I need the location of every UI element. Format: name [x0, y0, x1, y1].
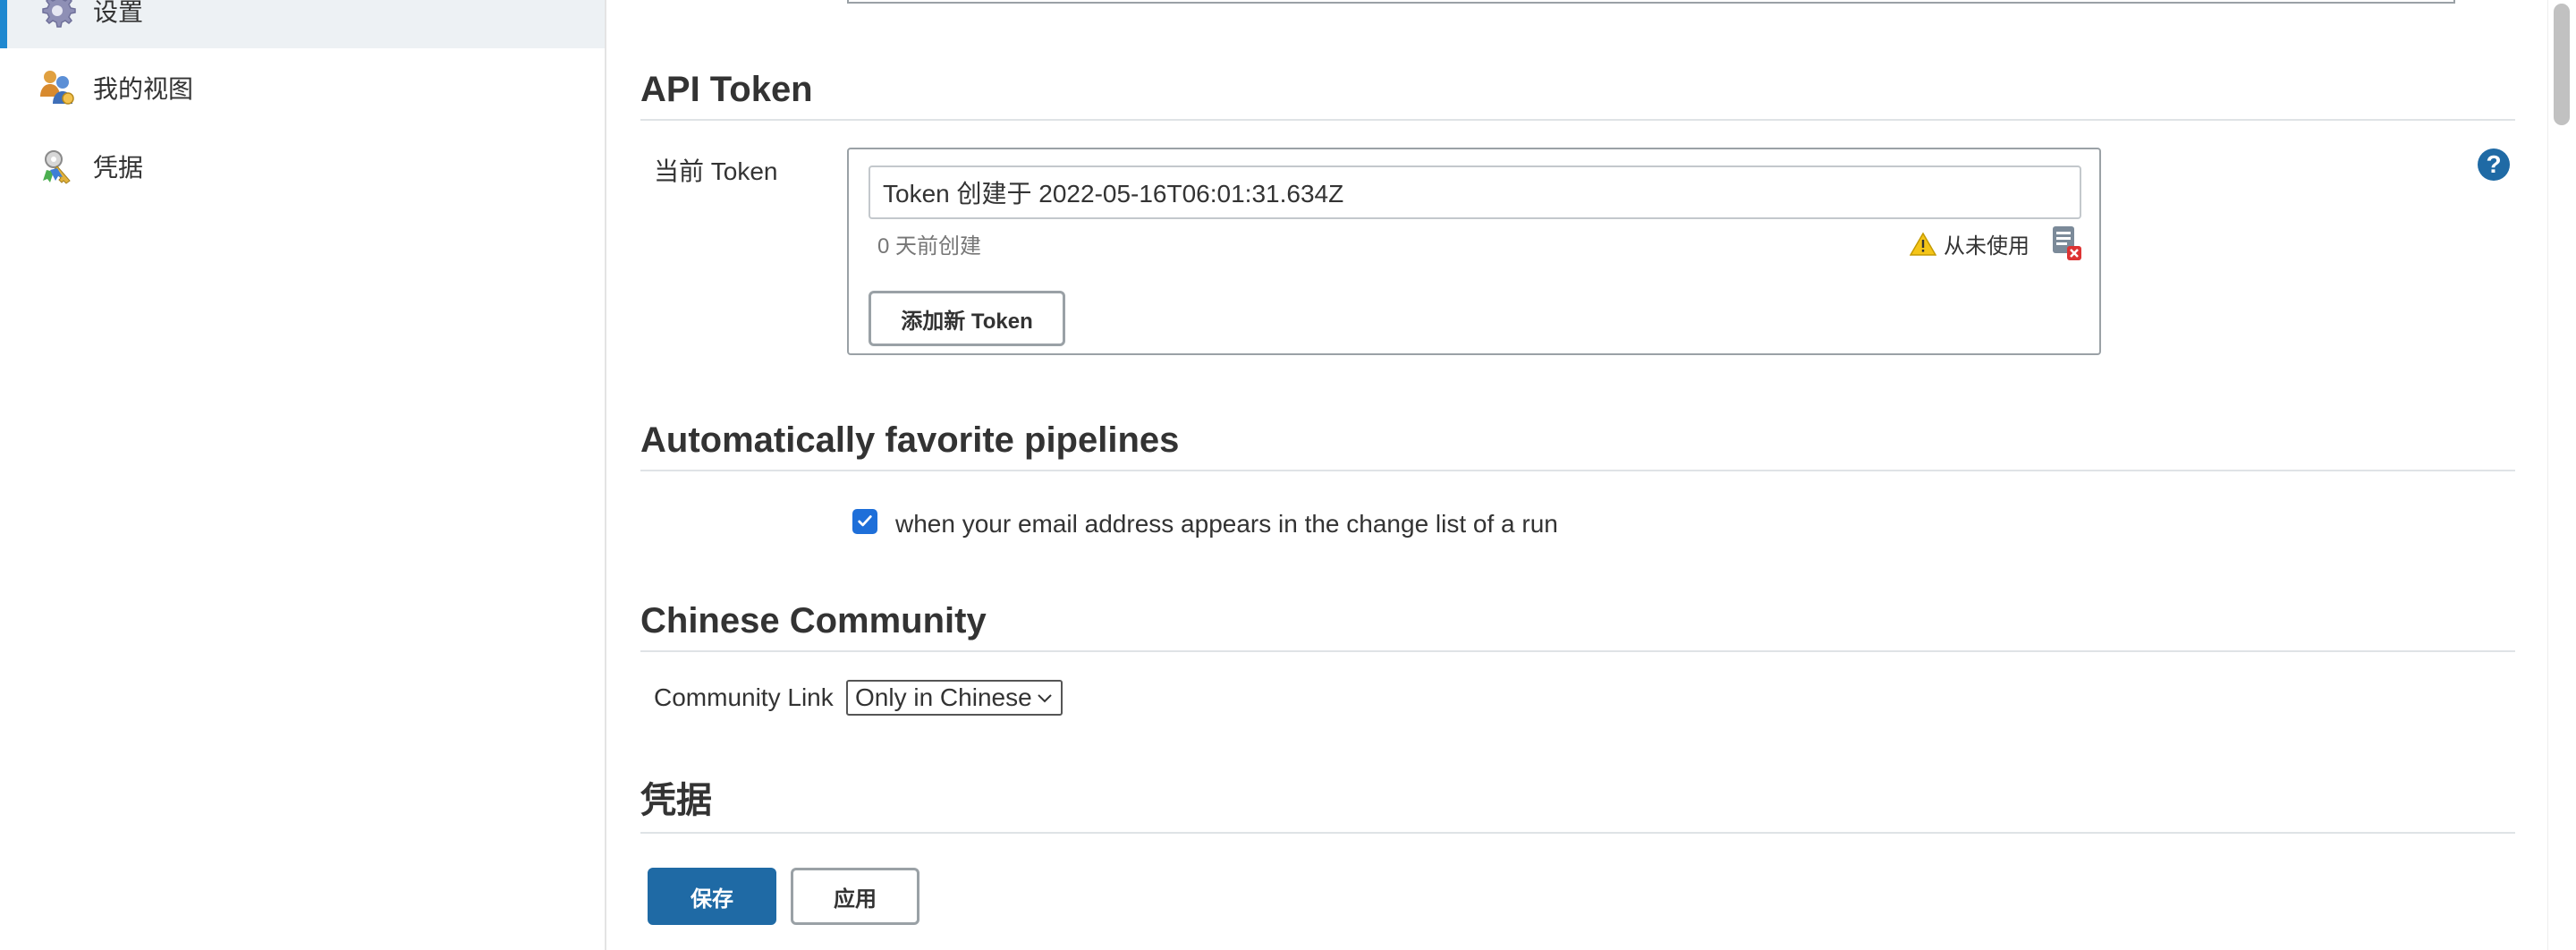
- chinese-community-section-title: Chinese Community: [640, 601, 2515, 652]
- api-token-section-title: API Token: [640, 70, 2515, 121]
- people-view-icon: [36, 66, 79, 109]
- previous-field-box: [847, 0, 2455, 4]
- main-content: API Token 当前 Token 0 天前创建 从未使用 添加新 Token: [606, 0, 2547, 950]
- scrollbar-thumb[interactable]: [2554, 4, 2570, 125]
- favorite-pipelines-section-title: Automatically favorite pipelines: [640, 420, 2515, 471]
- token-usage-status: 从未使用: [1910, 228, 2029, 259]
- warning-icon: [1910, 232, 1936, 256]
- chevron-down-icon: [1038, 694, 1052, 703]
- sidebar-item-label: 我的视图: [93, 75, 194, 103]
- token-created-age: 0 天前创建: [877, 234, 982, 259]
- gear-icon: [36, 0, 79, 32]
- add-new-token-button[interactable]: 添加新 Token: [869, 291, 1065, 346]
- sidebar-item-my-views[interactable]: 我的视图: [0, 50, 605, 125]
- token-panel: 0 天前创建 从未使用 添加新 Token: [847, 148, 2101, 355]
- community-link-label: Community Link: [654, 683, 834, 711]
- sidebar: 设置 我的视图 凭据: [0, 0, 606, 950]
- token-usage-text: 从未使用: [1944, 234, 2029, 259]
- favorite-pipelines-checkbox[interactable]: [852, 509, 877, 534]
- credentials-section-title: 凭据: [640, 771, 2515, 834]
- favorite-pipelines-checkbox-label: when your email address appears in the c…: [895, 510, 1558, 538]
- sidebar-item-label: 凭据: [93, 154, 144, 182]
- save-button[interactable]: 保存: [648, 868, 776, 925]
- page-scrollbar[interactable]: [2547, 0, 2576, 950]
- token-name-input[interactable]: [869, 165, 2081, 219]
- apply-button[interactable]: 应用: [791, 868, 919, 925]
- help-icon[interactable]: ?: [2478, 148, 2510, 181]
- community-link-select[interactable]: Only in Chinese: [846, 680, 1063, 716]
- credentials-key-icon: [36, 145, 79, 188]
- community-link-selected: Only in Chinese: [855, 683, 1032, 711]
- current-token-label: 当前 Token: [654, 157, 778, 185]
- checkmark-icon: [858, 515, 872, 527]
- sidebar-item-settings[interactable]: 设置: [0, 0, 605, 48]
- sidebar-item-credentials[interactable]: 凭据: [0, 129, 605, 204]
- revoke-token-icon[interactable]: [2049, 225, 2085, 264]
- sidebar-item-label: 设置: [93, 0, 144, 26]
